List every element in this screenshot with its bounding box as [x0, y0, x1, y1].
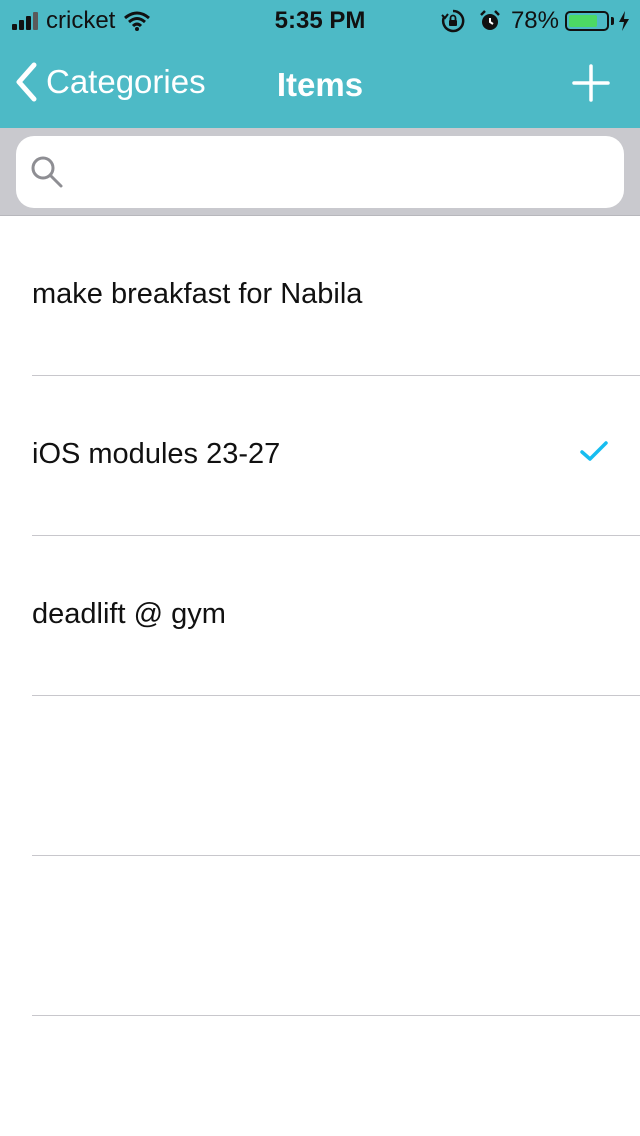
add-item-button[interactable]	[572, 64, 610, 107]
page-title: Items	[276, 66, 364, 103]
checkmark-icon	[580, 441, 608, 461]
rotation-lock-icon	[441, 9, 465, 33]
list-item[interactable]: make breakfast for Nabila	[0, 216, 640, 376]
search-icon	[31, 156, 63, 188]
alarm-icon	[480, 10, 500, 30]
list-item[interactable]: iOS modules 23-27	[0, 376, 640, 536]
items-list: make breakfast for Nabila iOS modules 23…	[0, 216, 640, 1016]
list-item[interactable]	[0, 856, 640, 1016]
search-field[interactable]	[16, 136, 624, 208]
item-title: deadlift @ gym	[32, 598, 226, 630]
status-bar: cricket 5:35 PM 78%	[0, 0, 640, 40]
item-title: iOS modules 23-27	[32, 438, 281, 470]
plus-icon	[572, 64, 610, 102]
list-item[interactable]: deadlift @ gym	[0, 536, 640, 696]
search-input[interactable]	[74, 155, 598, 189]
search-bar	[0, 128, 640, 216]
status-right: 78%	[441, 7, 630, 35]
header: cricket 5:35 PM 78% Categories Items	[0, 0, 640, 128]
battery-icon	[565, 11, 609, 31]
list-item[interactable]	[0, 696, 640, 856]
item-title: make breakfast for Nabila	[32, 278, 363, 310]
charging-bolt-icon	[619, 11, 629, 31]
battery-fill	[569, 15, 597, 27]
battery-tip	[611, 17, 614, 25]
battery-percent: 78%	[510, 7, 559, 34]
